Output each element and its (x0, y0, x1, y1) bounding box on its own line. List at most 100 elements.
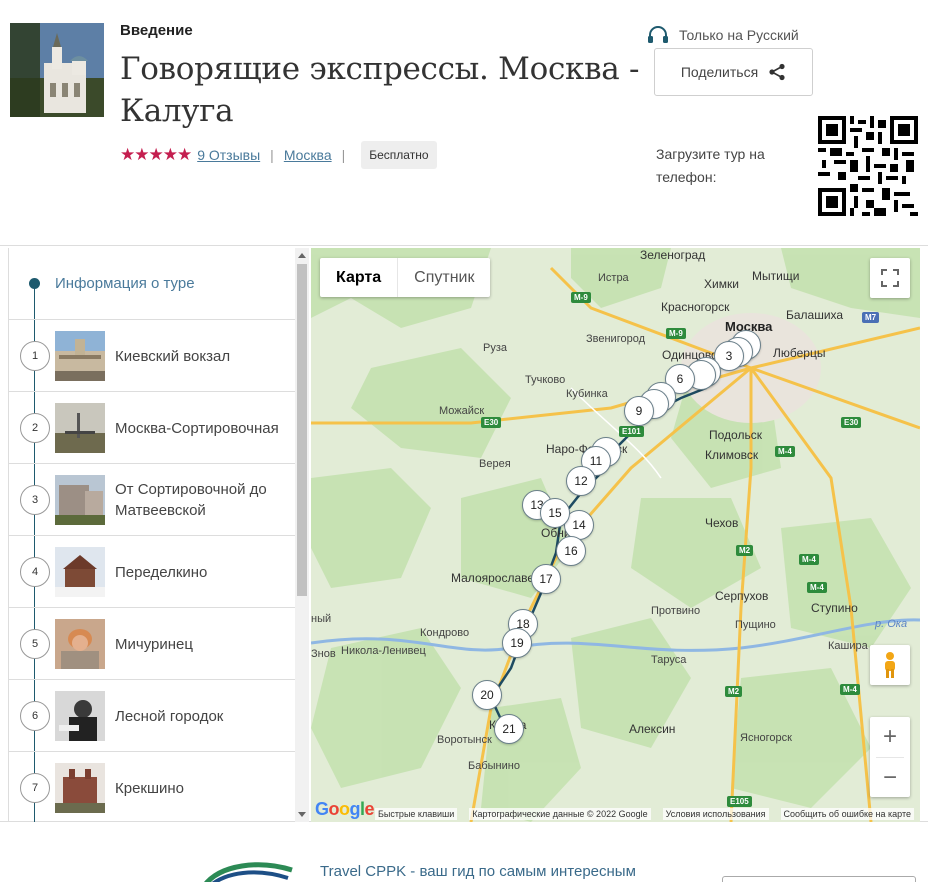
map-type-control[interactable]: Карта Спутник (320, 258, 491, 297)
road-badge-m4: M-4 (807, 582, 827, 593)
tour-meta: ★★★★★ 9 Отзывы | Москва | Бесплатно (120, 140, 437, 170)
stop-item[interactable]: 3 От Сортировочной до Матвеевской (9, 464, 295, 536)
map-label-tarusa: Таруса (651, 654, 687, 666)
map-label-kondrovo: Кондрово (420, 627, 470, 639)
scrollbar-thumb[interactable] (297, 264, 307, 596)
keyboard-shortcuts-link[interactable]: Быстрые клавиши (374, 808, 458, 820)
map-marker[interactable]: 16 (556, 536, 586, 566)
map-marker[interactable]: 21 (494, 714, 524, 744)
map-label-maloyaroslavets: Малоярославец (451, 571, 541, 585)
stop-number: 5 (20, 629, 50, 659)
map-label-zvenigorod: Звенигород (586, 333, 646, 345)
map-marker[interactable]: 19 (502, 628, 532, 658)
city-link[interactable]: Москва (284, 147, 332, 163)
separator: | (270, 147, 274, 163)
stop-item[interactable]: 7 Крекшино (9, 752, 295, 822)
map-type-satellite-button[interactable]: Спутник (398, 258, 490, 297)
stop-thumbnail (55, 331, 105, 381)
stop-thumbnail (55, 619, 105, 669)
reviews-link[interactable]: 9 Отзывы (197, 147, 260, 163)
map-label-nikola-lenivets: Никола-Ленивец (341, 645, 426, 657)
report-error-link[interactable]: Сообщить об ошибке на карте (780, 808, 914, 820)
map-label-protvino: Протвино (651, 605, 701, 617)
map-marker[interactable]: 12 (566, 466, 596, 496)
price-badge: Бесплатно (361, 141, 437, 169)
map-label-yasnogorsk: Ясногорск (740, 732, 792, 744)
tour-header: Введение Говорящие экспрессы. Москва - К… (0, 0, 928, 245)
map-label-klimovsk: Климовск (705, 448, 759, 462)
stop-number: 1 (20, 341, 50, 371)
map-type-map-button[interactable]: Карта (320, 258, 399, 297)
map-label-khimki: Химки (704, 277, 739, 291)
map-marker[interactable]: 9 (624, 396, 654, 426)
map-label-serpukhov: Серпухов (715, 589, 769, 603)
map-label-oka: р. Ока (875, 618, 908, 630)
map-label-vereya: Верея (479, 458, 511, 470)
stop-label: Москва-Сортировочная (115, 419, 279, 437)
map-label-krasnogorsk: Красногорск (661, 300, 730, 314)
scroll-down-arrow-icon[interactable] (298, 812, 306, 817)
footer-button[interactable] (722, 876, 916, 882)
map-label-lyubertsy: Люберцы (773, 346, 826, 360)
stop-item[interactable]: 4 Переделкино (9, 536, 295, 608)
language-label: Только на Русский (679, 27, 799, 43)
zoom-control[interactable]: + − (870, 717, 910, 797)
stop-item[interactable]: 1 Киевский вокзал (9, 320, 295, 392)
sidebar-scrollbar[interactable] (295, 248, 309, 822)
footer: Travel CPPK - ваш гид по самым интересны… (0, 823, 928, 882)
map-marker[interactable]: 15 (540, 498, 570, 528)
route-map[interactable]: Карта Спутник + − Зеленоград Истра Химки… (311, 248, 920, 822)
tour-info-item[interactable]: Информация о туре (9, 248, 295, 320)
stop-label: Киевский вокзал (115, 347, 231, 365)
scroll-up-arrow-icon[interactable] (298, 253, 306, 258)
map-label-znob: Знов (311, 648, 336, 660)
stops-list[interactable]: Информация о туре 1 Киевский вокзал 2 Мо… (8, 248, 310, 822)
street-view-pegman-button[interactable] (870, 645, 910, 685)
stop-item[interactable]: 6 Лесной городок (9, 680, 295, 752)
page-title: Говорящие экспрессы. Москва - Калуга (120, 51, 640, 129)
fullscreen-icon (881, 269, 899, 287)
tour-info-label: Информация о туре (55, 275, 195, 292)
fullscreen-button[interactable] (870, 258, 910, 298)
terms-link[interactable]: Условия использования (662, 808, 769, 820)
zoom-in-button[interactable]: + (883, 717, 897, 757)
road-badge-e101: E101 (619, 426, 644, 437)
rating-stars: ★★★★★ (120, 145, 192, 164)
stop-thumbnail (55, 763, 105, 813)
stop-label: От Сортировочной до Матвеевской (115, 481, 267, 519)
map-marker[interactable]: 20 (472, 680, 502, 710)
tour-content: Информация о туре 1 Киевский вокзал 2 Мо… (0, 245, 928, 822)
road-badge-m4: M-4 (799, 554, 819, 565)
map-label-stupino: Ступино (811, 601, 858, 615)
headphones-icon (648, 26, 668, 43)
pegman-icon (885, 652, 895, 678)
stop-label: Переделкино (115, 563, 208, 581)
map-label-tuchkovo: Тучково (525, 374, 566, 386)
stop-item[interactable]: 2 Москва-Сортировочная (9, 392, 295, 464)
stop-number: 2 (20, 413, 50, 443)
map-marker[interactable]: 17 (531, 564, 561, 594)
stop-label: Мичуринец (115, 635, 193, 653)
map-label-babynino: Бабынино (468, 760, 520, 772)
qr-code[interactable] (818, 116, 918, 216)
map-label-istra: Истра (598, 272, 629, 284)
stop-item[interactable]: 5 Мичуринец (9, 608, 295, 680)
road-badge-e30: E30 (841, 417, 862, 428)
stop-label: Лесной городок (115, 707, 224, 725)
stop-label: Крекшино (115, 779, 185, 797)
road-badge-e30: E30 (481, 417, 502, 428)
map-label-aleksin: Алексин (629, 722, 676, 736)
stop-number: 6 (20, 701, 50, 731)
share-label: Поделиться (680, 64, 759, 80)
stop-number: 4 (20, 557, 50, 587)
map-label-podolsk: Подольск (709, 428, 762, 442)
info-dot-icon (29, 278, 40, 289)
zoom-out-button[interactable]: − (883, 758, 897, 797)
road-badge-m4: M-4 (840, 684, 860, 695)
map-label-chekhov: Чехов (705, 516, 739, 530)
map-label-balashikha: Балашиха (786, 308, 844, 322)
map-attribution: Быстрые клавиши Картографические данные … (311, 806, 920, 822)
cppk-logo (204, 862, 293, 882)
road-badge-m9: M-9 (571, 292, 591, 303)
share-button[interactable]: Поделиться (654, 48, 813, 96)
